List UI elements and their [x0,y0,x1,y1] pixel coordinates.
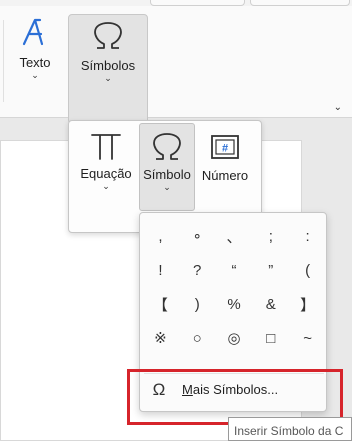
symbol-cell[interactable]: □ [252,321,289,355]
symbol-cell[interactable]: ◎ [216,321,253,355]
symbol-cell[interactable]: , [142,219,179,253]
symbol-cell[interactable]: ※ [142,321,179,355]
symbol-cell[interactable]: & [252,287,289,321]
symbol-row: , ∘ 、 ; : [142,219,326,253]
symbol-cell[interactable]: 【 [142,287,179,321]
equacao-label: Equação [80,166,132,181]
numero-button[interactable]: # Número [197,125,253,195]
symbol-cell[interactable]: 】 [289,287,326,321]
chevron-down-icon: ⌄ [102,181,110,191]
number-icon: # [197,133,253,168]
symbol-cell[interactable]: ) [179,287,216,321]
symbol-cell[interactable]: ~ [289,321,326,355]
symbol-cell[interactable]: : [289,219,326,253]
symbol-row: 【 ) % & 】 [142,287,326,321]
symbol-cell[interactable]: ○ [179,321,216,355]
omega-icon [140,132,194,167]
symbol-cell[interactable]: ! [142,253,179,287]
symbol-cell[interactable]: ? [179,253,216,287]
symbol-row: ※ ○ ◎ □ ~ [142,321,326,355]
texto-label: Texto [19,55,51,70]
symbol-row: ! ? “ ” ( [142,253,326,287]
symbol-cell[interactable]: ” [252,253,289,287]
equacao-button[interactable]: Equação ⌄ [77,125,135,211]
simbolos-button[interactable]: Símbolos ⌄ [68,14,148,124]
symbol-cell[interactable]: ( [289,253,326,287]
ribbon-separator [3,20,4,102]
numero-label: Número [201,168,249,183]
symbol-cell[interactable]: ∘ [179,219,216,253]
chevron-down-icon: ⌄ [31,70,39,80]
symbol-cell[interactable]: 、 [216,219,253,253]
omega-icon [69,21,147,56]
chevron-down-icon: ⌄ [163,182,171,192]
symbol-grid: , ∘ 、 ; : ! ? “ ” ( 【 ) % & 】 ※ ○ ◎ □ ~ [142,219,326,355]
chevron-down-icon: ⌄ [104,73,112,83]
app-window: Texto ⌄ Símbolos ⌄ ⌄ Equação ⌄ Símbolo ⌄… [0,0,352,441]
simbolo-button[interactable]: Símbolo ⌄ [139,123,195,211]
texto-button[interactable]: Texto ⌄ [12,16,58,100]
tooltip: Inserir Símbolo da C [228,417,352,441]
symbol-cell[interactable]: “ [216,253,253,287]
ribbon: Texto ⌄ Símbolos ⌄ ⌄ [0,6,352,124]
ribbon-expand-icon[interactable]: ⌄ [334,102,342,113]
symbol-cell[interactable]: % [216,287,253,321]
symbol-cell[interactable]: ; [252,219,289,253]
simbolo-label: Símbolo [143,167,191,182]
simbolos-label: Símbolos [80,58,136,73]
pi-icon [77,131,135,166]
text-icon [20,18,50,52]
number-glyph: # [222,143,228,155]
